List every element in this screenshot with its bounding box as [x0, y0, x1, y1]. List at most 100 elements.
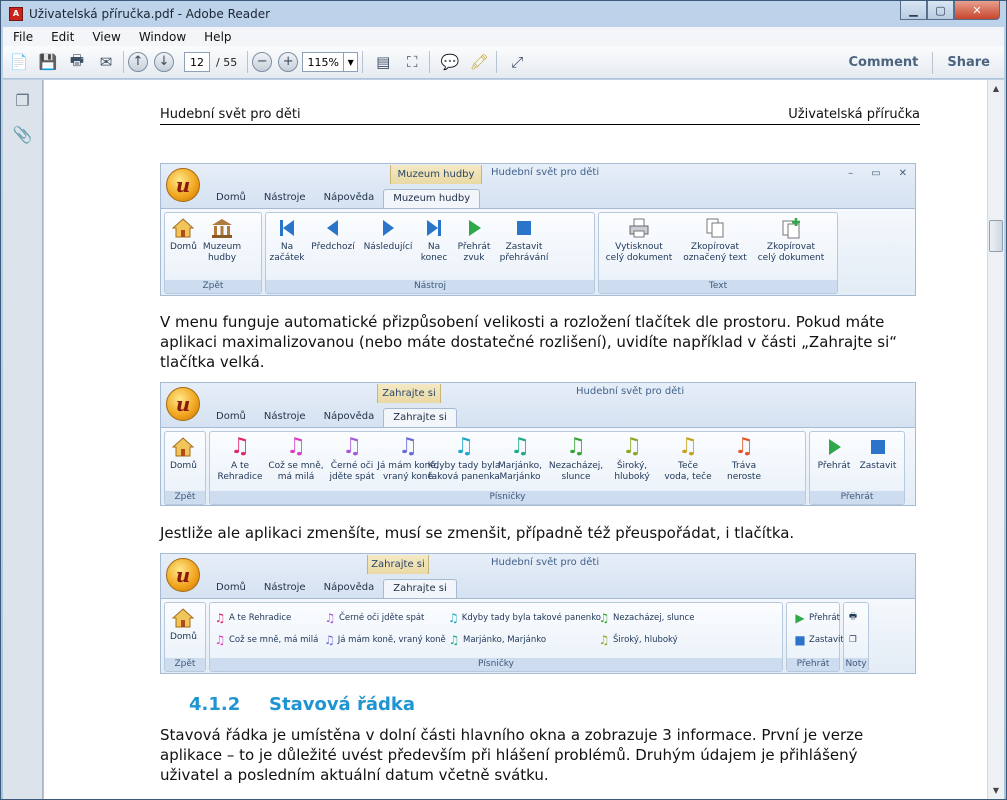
zoom-value: 115% [307, 55, 339, 69]
stop-icon [866, 435, 890, 459]
scroll-thumb[interactable] [989, 220, 1003, 252]
page-total: / 55 [216, 55, 238, 69]
menu-window[interactable]: Window [129, 30, 194, 44]
app-title: Hudební svět pro děti [491, 557, 600, 568]
prehrat-zvuk-button: Přehrát zvuk [452, 215, 496, 265]
home-button: Domů [167, 605, 200, 644]
create-pdf-icon[interactable]: 📄 [6, 49, 32, 75]
music-note-icon: ♫ [734, 434, 754, 459]
ribbon-screenshot-large: u Zahrajte si Hudební svět pro děti Domů… [160, 382, 916, 506]
group-zpet: Domů Zpět [164, 602, 206, 672]
tab-nastroje: Nástroje [263, 192, 306, 203]
save-icon[interactable]: 💾 [35, 49, 61, 75]
printer-icon [627, 216, 651, 240]
app-title: Hudební svět pro děti [491, 167, 600, 178]
music-note-icon: ♫ [566, 434, 586, 459]
close-icon: ✕ [898, 168, 907, 179]
music-note-icon: ♫ [598, 633, 610, 647]
group-zpet: Domů Zpět [164, 431, 206, 505]
paragraph-3: Stavová řádka je umístěna v dolní části … [160, 726, 864, 784]
song-button: ♫ Kdyby tady byla taková panenka [427, 434, 501, 483]
context-label: Zahrajte si [377, 384, 441, 403]
copy-all-icon: ❐ [849, 635, 857, 645]
tab-napoveda: Nápověda [323, 582, 375, 593]
song-button: ♫ Marjánko, Marjánko [498, 434, 542, 483]
prehrat-small-button: ▶ Přehrát [795, 611, 840, 625]
window-title: Uživatelská příručka.pdf - Adobe Reader [29, 7, 271, 21]
next-icon [376, 216, 400, 240]
tab-domu: Domů [216, 411, 246, 422]
zoom-select[interactable]: 115% ▼ [302, 52, 359, 72]
app-logo-icon: u [166, 168, 200, 202]
close-button[interactable]: ✕ [954, 1, 1000, 20]
zastavit-button: Zastavit přehrávání [496, 215, 552, 265]
share-pane-button[interactable]: Share [933, 55, 1004, 70]
music-note-icon: ♫ [214, 633, 226, 647]
menu-help[interactable]: Help [194, 30, 239, 44]
fit-width-icon[interactable]: ⛶ [399, 49, 425, 75]
music-note-icon: ♫ [510, 434, 530, 459]
print-icon[interactable]: 🖶 [64, 49, 90, 75]
song-small-button: ♫ Což se mně, má milá [214, 633, 319, 647]
group-zpet: Domů Muzeum hudby Zpět [164, 212, 262, 294]
song-small-button: ♫ Kdyby tady byla takové panenko [448, 611, 602, 625]
menu-file[interactable]: File [3, 30, 41, 44]
group-prehrat: ▶ Přehrát ■ Zastavit Přehrát [786, 602, 844, 672]
scroll-down-icon[interactable]: ▼ [988, 782, 1004, 799]
pdf-app-icon: A [9, 7, 23, 21]
skip-end-icon [422, 216, 446, 240]
next-page-icon[interactable]: ↓ [154, 52, 174, 72]
song-button: ♫ Tráva neroste [726, 434, 761, 483]
highlight-icon[interactable]: 🖍 [466, 49, 492, 75]
maximize-button[interactable]: ▢ [927, 1, 954, 20]
music-note-icon: ♫ [678, 434, 698, 459]
house-icon [171, 216, 195, 240]
sticky-note-icon[interactable]: 💬 [437, 49, 463, 75]
group-pisnicky: ♫ A te Rehradice ♫ Což se mně, má milá ♫ Čern… [209, 602, 783, 673]
play-icon [462, 216, 486, 240]
song-button: ♫ Široký, hluboký [614, 434, 650, 483]
ribbon-screenshot-muzeum: u Muzeum hudby Hudební svět pro děti – ▭ ✕… [160, 163, 916, 296]
fullscreen-icon[interactable]: ⤢ [504, 49, 530, 75]
header-right: Uživatelská příručka [788, 107, 920, 122]
zoom-out-icon[interactable]: − [252, 52, 273, 72]
previous-page-icon[interactable]: ↑ [128, 52, 148, 72]
copy-text-icon [703, 216, 727, 240]
app-logo-icon: u [166, 387, 200, 421]
attachments-icon[interactable]: 📎 [10, 122, 36, 146]
page-number-input[interactable]: 12 [184, 52, 210, 72]
minimize-button[interactable]: ▁ [900, 1, 927, 20]
song-small-button: ♫ Široký, hluboký [598, 633, 678, 647]
minimize-icon: – [848, 168, 854, 179]
predchozi-button: Předchozí [306, 215, 360, 254]
header-left: Hudební svět pro děti [160, 107, 301, 122]
music-note-icon: ♫ [342, 434, 362, 459]
nasledujici-button: Následující [360, 215, 416, 254]
group-noty: 🖶 ❐ Noty [843, 602, 869, 672]
page-thumbnails-icon[interactable]: ❐ [10, 88, 36, 112]
home-button: Domů [167, 215, 200, 254]
chevron-down-icon[interactable]: ▼ [343, 53, 357, 71]
comment-pane-button[interactable]: Comment [835, 55, 933, 70]
song-button: ♫ Teče voda, teče [664, 434, 712, 483]
email-icon[interactable]: ✉ [93, 49, 119, 75]
music-note-icon: ♫ [324, 633, 335, 647]
home-button: Domů [167, 434, 200, 473]
group-text: Vytisknout celý dokument Zkopírovat ozna… [598, 212, 838, 294]
fit-page-icon[interactable]: ▤ [370, 49, 396, 75]
skip-start-icon [275, 216, 299, 240]
music-note-icon: ♫ [454, 434, 474, 459]
music-note-icon: ♫ [286, 434, 306, 459]
menu-edit[interactable]: Edit [41, 30, 82, 44]
menu-view[interactable]: View [82, 30, 128, 44]
song-button: ♫ A te Rehradice [217, 434, 263, 483]
zoom-in-icon[interactable]: + [278, 52, 299, 72]
song-button: ♫ Nezacházej, slunce [548, 434, 604, 483]
title-bar[interactable]: A Uživatelská příručka.pdf - Adobe Reade… [1, 1, 1006, 27]
app-title: Hudební svět pro děti [576, 386, 685, 397]
music-note-icon: ♫ [448, 611, 459, 625]
tab-domu: Domů [216, 192, 246, 203]
vertical-scrollbar[interactable]: ▲ ▼ [987, 80, 1004, 799]
scroll-up-icon[interactable]: ▲ [988, 80, 1004, 97]
music-note-icon: ♫ [214, 611, 226, 625]
